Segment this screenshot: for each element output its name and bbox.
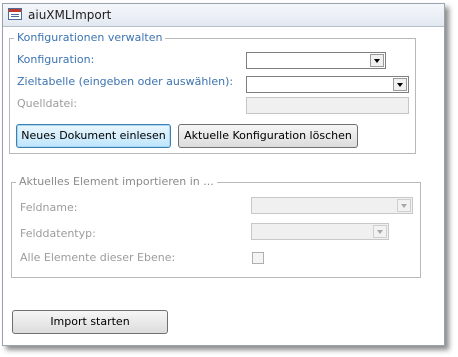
quelldatei-field[interactable] <box>246 97 409 114</box>
chevron-down-icon <box>374 59 380 63</box>
screenshot-stage: aiuXMLImport Konfigurationen verwalten K… <box>0 0 458 357</box>
chevron-down-icon <box>397 83 403 87</box>
chevron-down-icon <box>401 204 407 208</box>
feldname-dropdown-button[interactable] <box>397 199 411 212</box>
zieltabelle-combobox[interactable] <box>246 76 409 93</box>
quelldatei-label: Quelldatei: <box>17 97 78 110</box>
neues-dokument-einlesen-button[interactable]: Neues Dokument einlesen <box>16 124 171 148</box>
felddatentyp-label: Felddatentyp: <box>20 227 96 240</box>
form-icon <box>8 8 22 20</box>
konfiguration-loeschen-button[interactable]: Aktuelle Konfiguration löschen <box>178 124 358 148</box>
felddatentyp-dropdown-button[interactable] <box>373 225 387 238</box>
chevron-down-icon <box>377 230 383 234</box>
import-starten-button[interactable]: Import starten <box>12 310 168 334</box>
zieltabelle-dropdown-button[interactable] <box>393 78 407 91</box>
title-bar[interactable]: aiuXMLImport <box>3 4 444 27</box>
felddatentyp-combobox[interactable] <box>251 223 389 240</box>
feldname-label: Feldname: <box>20 201 78 214</box>
zieltabelle-label: Zieltabelle (eingeben oder auswählen): <box>17 75 234 88</box>
konfiguration-label: Konfiguration: <box>17 53 95 66</box>
window-title: aiuXMLImport <box>28 8 112 22</box>
konfiguration-dropdown-button[interactable] <box>370 54 384 67</box>
group-legend-konfigurationen: Konfigurationen verwalten <box>14 31 166 45</box>
konfiguration-combobox[interactable] <box>246 52 386 69</box>
group-legend-aktuelles-element: Aktuelles Element importieren in ... <box>16 175 217 189</box>
alle-elemente-label: Alle Elemente dieser Ebene: <box>20 251 176 264</box>
form-window: aiuXMLImport Konfigurationen verwalten K… <box>2 3 445 346</box>
alle-elemente-checkbox[interactable] <box>252 252 264 264</box>
feldname-combobox[interactable] <box>251 197 413 214</box>
